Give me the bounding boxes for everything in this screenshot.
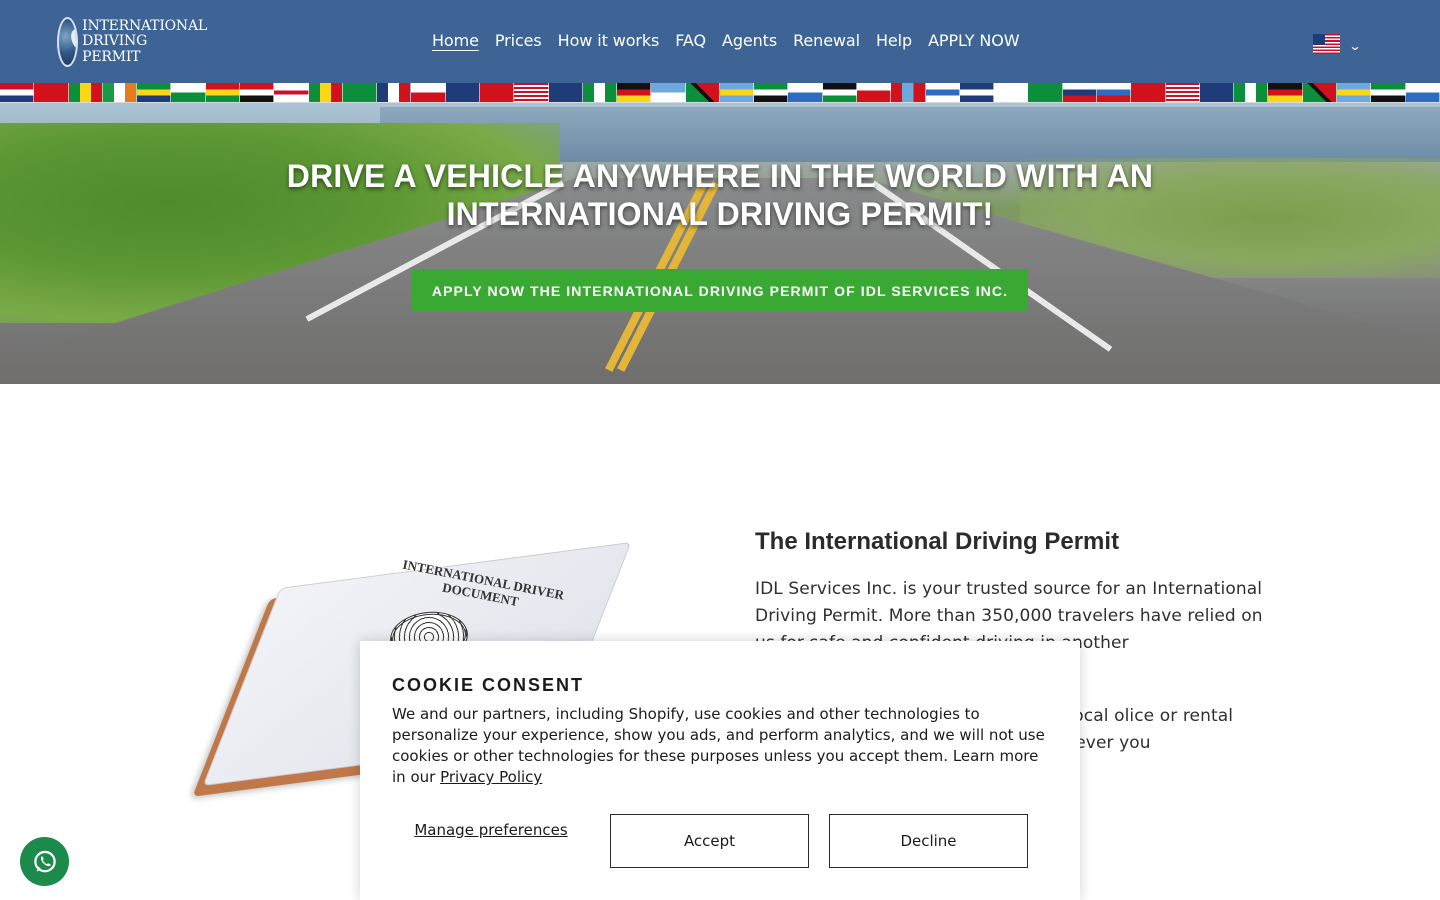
us-flag-icon: [1313, 34, 1340, 54]
main-nav: Home Prices How it works FAQ Agents Rene…: [432, 31, 1035, 50]
section-title: The International Driving Permit: [755, 528, 1120, 555]
hero-title: DRIVE A VEHICLE ANYWHERE IN THE WORLD WI…: [286, 158, 1154, 232]
site-header: INTERNATIONAL DRIVING PERMIT Home Prices…: [0, 0, 1440, 83]
logo-line-3: PERMIT: [82, 48, 141, 65]
chevron-down-icon: ⌄: [1348, 39, 1362, 53]
whatsapp-icon: [33, 850, 56, 872]
nav-home[interactable]: Home: [432, 31, 479, 50]
hero-banner: DRIVE A VEHICLE ANYWHERE IN THE WORLD WI…: [0, 83, 1440, 384]
apply-now-cta-button[interactable]: APPLY NOW THE INTERNATIONAL DRIVING PERM…: [412, 269, 1028, 312]
world-flags-strip: [0, 83, 1440, 103]
cookie-consent-text: We and our partners, including Shopify, …: [392, 704, 1052, 788]
nav-apply-now[interactable]: APPLY NOW: [928, 31, 1019, 50]
globe-icon: [57, 17, 79, 67]
nav-how-it-works[interactable]: How it works: [558, 31, 660, 50]
decline-button[interactable]: Decline: [829, 814, 1028, 868]
cookie-consent-dialog: COOKIE CONSENT We and our partners, incl…: [360, 641, 1080, 900]
logo-text: INTERNATIONAL DRIVING PERMIT: [82, 17, 207, 66]
accept-button[interactable]: Accept: [610, 814, 809, 868]
nav-help[interactable]: Help: [876, 31, 912, 50]
nav-prices[interactable]: Prices: [495, 31, 542, 50]
language-selector[interactable]: ⌄: [1313, 34, 1362, 54]
nav-agents[interactable]: Agents: [722, 31, 777, 50]
manage-preferences-button[interactable]: Manage preferences: [392, 821, 590, 840]
cookie-consent-title: COOKIE CONSENT: [392, 675, 585, 695]
site-logo[interactable]: INTERNATIONAL DRIVING PERMIT: [57, 16, 207, 68]
nav-faq[interactable]: FAQ: [675, 31, 706, 50]
privacy-policy-link[interactable]: Privacy Policy: [440, 768, 542, 786]
nav-renewal[interactable]: Renewal: [793, 31, 860, 50]
logo-line-2: DRIVING: [82, 33, 148, 50]
logo-line-1: INTERNATIONAL: [82, 17, 207, 34]
whatsapp-chat-button[interactable]: [20, 837, 69, 886]
